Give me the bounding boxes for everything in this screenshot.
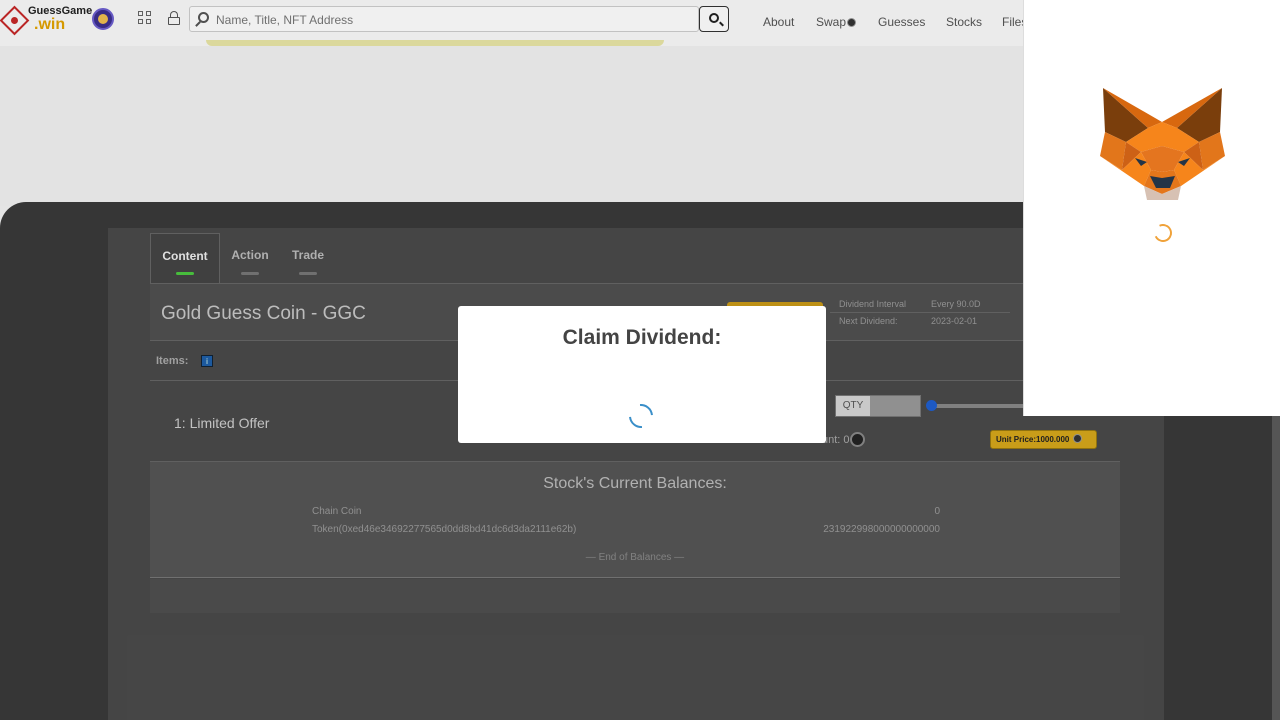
metamask-fox-icon [1100,88,1225,200]
loading-spinner-icon [624,399,658,433]
claim-dividend-modal: Claim Dividend: [458,306,826,443]
modal-title: Claim Dividend: [562,326,722,349]
page-scrollbar[interactable] [1272,416,1280,720]
wallet-loading-spinner-icon [1151,221,1175,245]
wallet-popup [1023,0,1280,416]
